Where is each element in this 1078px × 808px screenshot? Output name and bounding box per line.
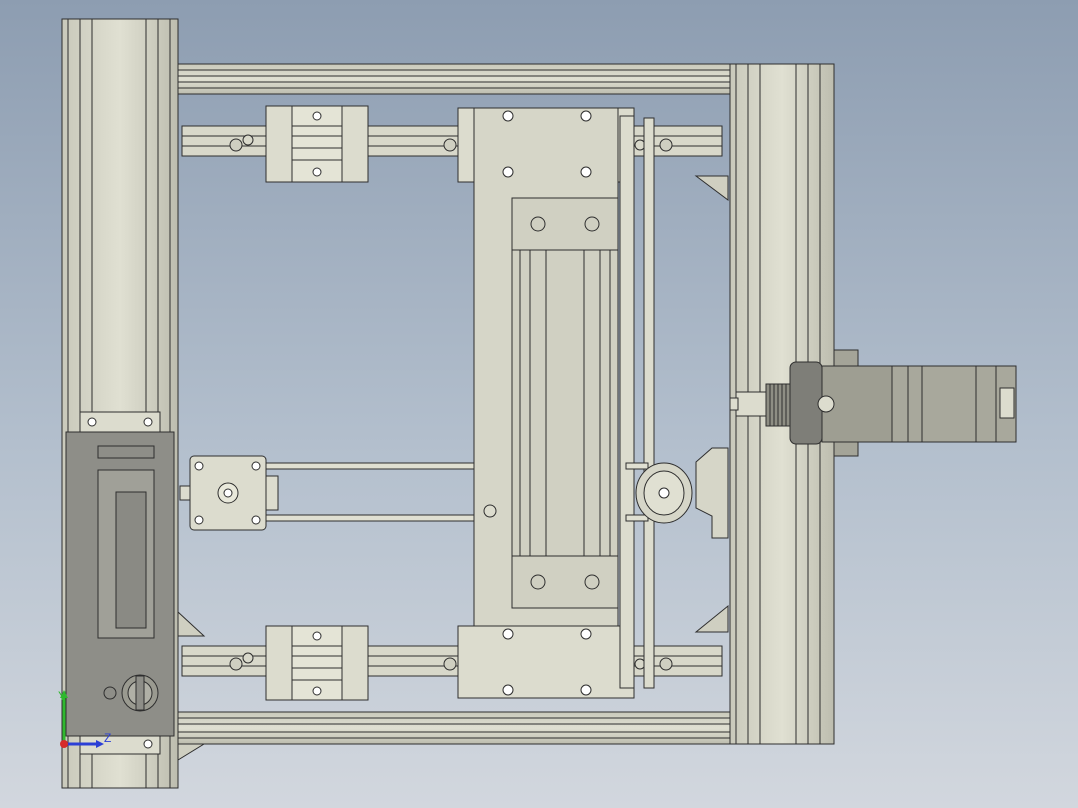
top-left-carriage[interactable] <box>265 105 369 183</box>
bottom-frame-extrusion[interactable] <box>177 711 735 745</box>
control-panel[interactable] <box>65 411 175 755</box>
bottom-left-carriage[interactable] <box>265 625 369 701</box>
shaft-coupler <box>765 383 791 427</box>
x-axis-origin <box>60 740 68 748</box>
lcd-display <box>97 445 155 639</box>
y-axis-label: Y <box>58 689 66 703</box>
top-linear-rail[interactable] <box>181 125 723 157</box>
carriage-vertical-extrusion[interactable] <box>511 197 619 609</box>
z-axis-label: Z <box>104 731 111 745</box>
cad-viewport[interactable]: Y Z <box>0 0 1078 808</box>
top-frame-extrusion[interactable] <box>177 63 735 95</box>
left-stepper-motor[interactable] <box>179 455 279 531</box>
guide-rod[interactable] <box>619 115 655 689</box>
bottom-linear-rail[interactable] <box>181 645 723 677</box>
